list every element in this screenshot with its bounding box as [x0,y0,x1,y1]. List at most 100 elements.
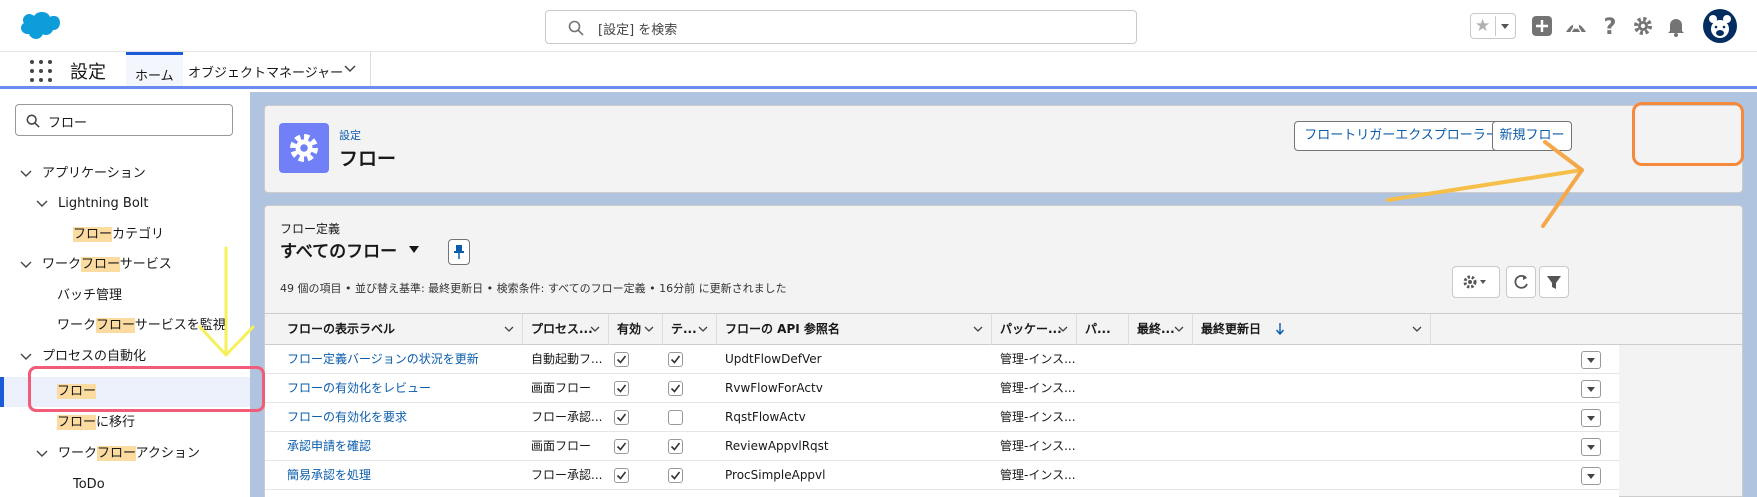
column-header-process-type[interactable]: プロセス... [523,314,609,345]
setup-gear-icon[interactable] [1631,14,1655,38]
search-highlight: フロー [81,257,120,272]
chevron-down-icon[interactable] [36,200,48,208]
tree-item-process-automation[interactable]: プロセスの自動化 [20,342,146,372]
column-header-text: プロセス... [531,322,593,336]
flow-trigger-explorer-button[interactable]: フロートリガーエクスプローラー [1294,121,1509,151]
row-actions-button[interactable] [1581,409,1601,427]
column-header-text: 最終更新日 [1201,322,1262,336]
checkbox-template-checked [668,468,683,483]
trailhead-icon[interactable] [1564,14,1588,38]
breadcrumb[interactable]: 設定 [339,127,361,143]
search-icon [568,20,584,36]
filter-button[interactable] [1539,266,1569,298]
row-actions-button[interactable] [1581,467,1601,485]
chevron-down-icon[interactable] [20,261,32,269]
list-view-name[interactable]: すべてのフロー [280,237,397,262]
column-header-label[interactable]: フローの表示ラベル [265,314,523,345]
tree-item-applications[interactable]: アプリケーション [20,159,146,189]
pin-icon [454,245,464,259]
row-actions-button[interactable] [1581,438,1601,456]
checkbox-active-checked [614,439,629,454]
add-icon[interactable] [1530,14,1554,38]
column-header-last-modified-by[interactable]: 最終... [1129,314,1193,345]
tree-item-label: サービスを監視 [134,318,226,333]
tree-item-flows[interactable]: フロー [57,377,97,407]
table-header: フローの表示ラベル プロセス... 有効 テ... フローの API 参照名 パ… [265,313,1742,345]
table-row: 承認申請を確認 画面フロー ReviewAppvlRqst 管理-インス... [265,432,1619,461]
app-launcher-icon[interactable] [30,60,52,82]
column-header-api-name[interactable]: フローの API 参照名 [717,314,992,345]
cell-process-type: 自動起動フ... [531,352,603,366]
new-flow-button[interactable]: 新規フロー [1492,121,1572,151]
flow-label-link[interactable]: フローの有効化を要求 [279,403,519,432]
list-view-picker-caret-icon[interactable] [408,246,420,254]
caret-down-icon [1587,387,1595,392]
flow-label-link[interactable]: フローの有効化をレビュー [279,374,519,403]
favorites-button[interactable]: ★ [1470,13,1516,39]
chevron-down-icon[interactable] [20,353,32,361]
checkbox-template-checked [668,352,683,367]
tree-item-migrate-to-flow[interactable]: フローに移行 [57,408,135,438]
chevron-down-icon[interactable] [1174,326,1184,333]
tree-item-label: カテゴリ [112,227,165,242]
flow-label-link[interactable]: 承認申請を確認 [279,432,519,461]
tab-object-manager[interactable]: オブジェクトマネージャー [180,52,371,86]
quick-find-input[interactable]: フロー [15,104,233,136]
chevron-down-icon[interactable] [644,326,654,333]
caret-down-icon [1501,24,1509,29]
column-header-pa[interactable]: パ... [1077,314,1129,345]
user-avatar[interactable] [1703,9,1737,43]
cell-package: 管理-インス... [1000,468,1076,482]
tree-item-monitor-workflow-services[interactable]: ワークフローサービスを監視 [57,311,226,341]
column-header-last-modified-date[interactable]: 最終更新日 [1193,314,1431,345]
chevron-down-icon[interactable] [504,326,514,333]
gear-icon [290,134,318,162]
cell-package: 管理-インス... [1000,381,1076,395]
chevron-down-icon[interactable] [344,65,356,73]
row-actions-button[interactable] [1581,380,1601,398]
list-view-controls-button[interactable] [1452,266,1500,298]
column-header-text: フローの API 参照名 [725,322,840,336]
sort-descending-arrow-icon [1275,323,1285,336]
app-navigation-bar: 設定 ホーム オブジェクトマネージャー [0,52,1757,89]
refresh-button[interactable] [1506,266,1536,298]
pin-list-view-button[interactable] [448,239,470,265]
row-actions-button[interactable] [1581,351,1601,369]
chevron-down-icon[interactable] [973,326,983,333]
tree-item-lightning-bolt[interactable]: Lightning Bolt [36,189,149,219]
page-header: 設定 フロー フロートリガーエクスプローラー 新規フロー [264,105,1743,193]
tree-item-flow-category[interactable]: フローカテゴリ [73,220,164,250]
column-header-active[interactable]: 有効 [609,314,663,345]
chevron-down-icon[interactable] [20,170,32,178]
tree-item-label: アプリケーション [42,166,146,181]
gear-dropdown-icon [1463,275,1486,289]
chevron-down-icon[interactable] [1412,326,1422,333]
favorites-dropdown[interactable] [1495,16,1513,36]
column-header-template[interactable]: テ... [663,314,717,345]
column-header-text: 有効 [617,322,642,336]
tree-item-batch-management[interactable]: バッチ管理 [57,281,122,311]
tab-home[interactable]: ホーム [126,52,183,86]
cell-api-name: RqstFlowActv [725,410,806,424]
chevron-down-icon[interactable] [590,326,600,333]
salesforce-logo[interactable] [16,10,60,42]
notification-bell-icon[interactable] [1664,14,1688,38]
selected-item-indicator [0,377,250,407]
tree-item-workflow-actions[interactable]: ワークフローアクション [36,439,200,469]
checkbox-active-checked [614,468,629,483]
flow-label-link[interactable]: 簡易承認を処理 [279,461,519,490]
flow-label-link[interactable]: フロー定義バージョンの状況を更新 [279,345,519,374]
tree-item-label: Lightning Bolt [58,196,149,211]
column-header-text: フローの表示ラベル [287,322,396,336]
main-content: 設定 フロー フロートリガーエクスプローラー 新規フロー フロー定義 すべてのフ… [250,92,1757,497]
cell-package: 管理-インス... [1000,439,1076,453]
chevron-down-icon[interactable] [1058,326,1068,333]
tree-item-todo[interactable]: ToDo [73,470,105,497]
column-header-package[interactable]: パッケー... [992,314,1077,345]
chevron-down-icon[interactable] [698,326,708,333]
help-icon[interactable]: ? [1598,14,1622,38]
chevron-down-icon[interactable] [36,450,48,458]
global-search-input[interactable]: [設定] を検索 [545,10,1137,44]
setup-page-icon [279,123,329,173]
tree-item-workflow-services[interactable]: ワークフローサービス [20,250,172,280]
